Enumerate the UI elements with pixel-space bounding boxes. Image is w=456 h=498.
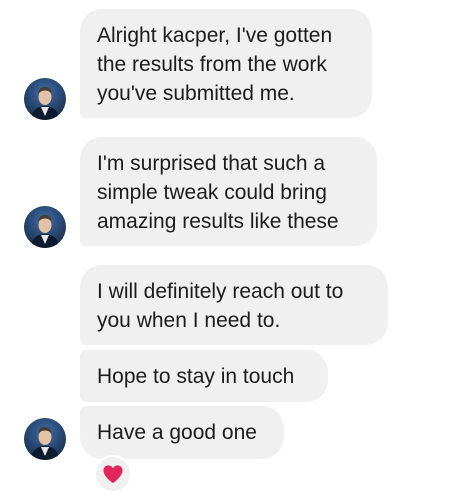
person-avatar-icon: [24, 78, 66, 120]
message-bubble[interactable]: Hope to stay in touch: [80, 350, 328, 402]
message-bubble[interactable]: Alright kacper, I've gotten the results …: [80, 9, 372, 118]
message-line: the results from the work: [97, 53, 327, 76]
message-bubble[interactable]: Have a good one: [80, 406, 284, 459]
person-avatar-icon: [24, 418, 66, 460]
message-line: I'm surprised that such a: [97, 152, 326, 175]
message-line: Have a good one: [97, 421, 257, 444]
message-line: I will definitely reach out to: [97, 280, 344, 303]
contact-avatar[interactable]: [24, 206, 66, 248]
heart-reaction[interactable]: [94, 455, 132, 493]
message-bubble[interactable]: I will definitely reach out to you when …: [80, 265, 388, 345]
message-line: Alright kacper, I've gotten: [97, 24, 333, 47]
chat-thread: Alright kacper, I've gotten the results …: [0, 0, 456, 498]
message-line: simple tweak could bring: [97, 181, 327, 204]
heart-icon: [103, 465, 123, 484]
message-line: you've submitted me.: [97, 82, 295, 105]
message-line: amazing results like these: [97, 210, 339, 233]
contact-avatar[interactable]: [24, 418, 66, 460]
contact-avatar[interactable]: [24, 78, 66, 120]
message-line: you when I need to.: [97, 309, 281, 332]
person-avatar-icon: [24, 206, 66, 248]
message-bubble[interactable]: I'm surprised that such a simple tweak c…: [80, 137, 377, 246]
message-line: Hope to stay in touch: [97, 365, 295, 388]
